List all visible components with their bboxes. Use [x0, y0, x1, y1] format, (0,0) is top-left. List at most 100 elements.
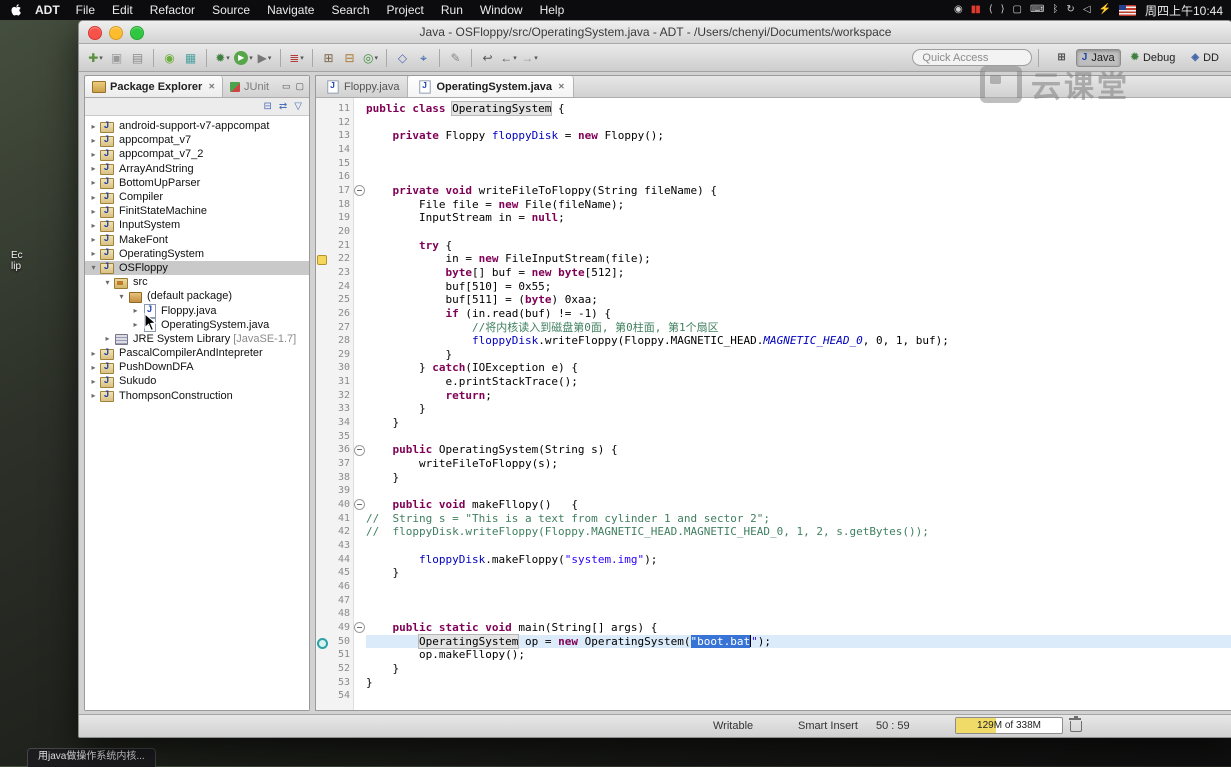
mark-occurrences-button[interactable]: ✎ — [446, 48, 465, 68]
collapse-arrow-icon[interactable]: ▾ — [116, 292, 127, 301]
link-with-editor-icon[interactable]: ⇄ — [279, 101, 287, 112]
menu-help[interactable]: Help — [540, 3, 565, 17]
forward-button[interactable]: → ▾ — [520, 48, 539, 68]
external-tools-button[interactable]: ▶ ▾ — [255, 48, 274, 68]
tree-item-sukudo[interactable]: ▸ Sukudo — [85, 374, 309, 388]
tree-item-appcompat-v7[interactable]: ▸ appcompat_v7 — [85, 133, 309, 147]
window-titlebar[interactable]: Java - OSFloppy/src/OperatingSystem.java… — [79, 21, 1231, 44]
fold-icon[interactable] — [354, 185, 365, 197]
expand-arrow-icon[interactable]: ▸ — [88, 249, 99, 258]
perspective-ddms[interactable]: ◈ DD — [1185, 49, 1225, 67]
perspective-debug[interactable]: ✹ Debug — [1125, 49, 1182, 67]
open-type-button[interactable]: ◇ — [393, 48, 412, 68]
perspective-java[interactable]: J Java — [1075, 48, 1121, 67]
tree-item-finitstatemachine[interactable]: ▸ FinitStateMachine — [85, 204, 309, 218]
media-next-icon[interactable]: ⟩ — [1001, 5, 1005, 15]
expand-arrow-icon[interactable]: ▸ — [88, 193, 99, 202]
expand-arrow-icon[interactable]: ▸ — [130, 306, 141, 315]
apple-menu-icon[interactable] — [10, 3, 23, 17]
tree-item-android-support-v7-appcompat[interactable]: ▸ android-support-v7-appcompat — [85, 119, 309, 133]
quick-access-input[interactable] — [912, 49, 1033, 66]
menu-source[interactable]: Source — [212, 3, 250, 17]
menu-run[interactable]: Run — [441, 3, 463, 17]
menu-window[interactable]: Window — [480, 3, 523, 17]
keyboard-icon[interactable]: ⌨ — [1030, 5, 1044, 15]
app-menu-adt[interactable]: ADT — [35, 3, 60, 17]
view-menu-icon[interactable]: ▽ — [294, 101, 302, 112]
collapse-all-icon[interactable]: ⊟ — [264, 101, 272, 112]
tree-item-bottomupparser[interactable]: ▸ BottomUpParser — [85, 176, 309, 190]
fold-icon[interactable] — [354, 622, 365, 634]
expand-arrow-icon[interactable]: ▸ — [88, 178, 99, 187]
sync-icon[interactable]: ↻ — [1066, 5, 1074, 15]
expand-arrow-icon[interactable]: ▸ — [88, 164, 99, 173]
expand-arrow-icon[interactable]: ▸ — [88, 349, 99, 358]
tree-item-thompsonconstruction[interactable]: ▸ ThompsonConstruction — [85, 389, 309, 403]
expand-arrow-icon[interactable]: ▸ — [102, 334, 113, 343]
tree-item-operatingsystem-java[interactable]: ▸ OperatingSystem.java — [85, 318, 309, 333]
collapse-arrow-icon[interactable]: ▾ — [102, 278, 113, 287]
tab-junit[interactable]: JUnit — [223, 76, 276, 97]
task-marker-icon[interactable] — [317, 255, 327, 266]
tree-item-osfloppy[interactable]: ▾ OSFloppy — [85, 260, 309, 276]
minimize-view-icon[interactable]: ▭ — [282, 81, 291, 92]
fold-icon[interactable] — [354, 444, 365, 456]
close-tab-icon[interactable]: ✕ — [558, 82, 565, 91]
zoom-window-button[interactable] — [130, 26, 144, 40]
expand-arrow-icon[interactable]: ▸ — [88, 122, 99, 131]
editor-tab-operatingsystem-java[interactable]: OperatingSystem.java ✕ — [408, 76, 574, 97]
maximize-view-icon[interactable]: ▢ — [295, 81, 304, 92]
coverage-button[interactable]: ≣ ▾ — [287, 48, 306, 68]
collapse-arrow-icon[interactable]: ▾ — [88, 263, 99, 272]
save-button[interactable]: ▣ — [107, 48, 126, 68]
new-class-button[interactable]: ◎ ▾ — [361, 48, 380, 68]
tree-item--default-package-[interactable]: ▾ (default package) — [85, 289, 309, 303]
tree-item-compiler[interactable]: ▸ Compiler — [85, 190, 309, 204]
volume-icon[interactable]: ◁ — [1083, 5, 1091, 15]
tree-item-src[interactable]: ▾ src — [85, 275, 309, 289]
menu-file[interactable]: File — [76, 3, 95, 17]
search-button[interactable]: ⌖ — [414, 48, 433, 68]
minimize-window-button[interactable] — [109, 26, 123, 40]
menubar-clock[interactable]: 周四上午10:44 — [1145, 2, 1223, 19]
menu-navigate[interactable]: Navigate — [267, 3, 314, 17]
print-button[interactable]: ▤ — [128, 48, 147, 68]
tree-item-operatingsystem[interactable]: ▸ OperatingSystem — [85, 247, 309, 261]
tree-item-arrayandstring[interactable]: ▸ ArrayAndString — [85, 162, 309, 176]
android-sdk-manager-button[interactable]: ◉ — [160, 48, 179, 68]
tree-item-inputsystem[interactable]: ▸ InputSystem — [85, 218, 309, 232]
garbage-collect-button[interactable] — [1069, 716, 1082, 732]
android-avd-manager-button[interactable]: ▦ — [181, 48, 200, 68]
close-view-icon[interactable]: ✕ — [208, 82, 215, 91]
menu-edit[interactable]: Edit — [112, 3, 133, 17]
back-button[interactable]: ← ▾ — [499, 48, 518, 68]
fold-icon[interactable] — [354, 499, 365, 511]
tree-item-pascalcompilerandintepreter[interactable]: ▸ PascalCompilerAndIntepreter — [85, 346, 309, 360]
screen-record-icon[interactable]: ◉ — [954, 5, 963, 15]
expand-arrow-icon[interactable]: ▸ — [88, 221, 99, 230]
last-edit-location-button[interactable]: ↩ — [478, 48, 497, 68]
expand-arrow-icon[interactable]: ▸ — [130, 320, 141, 329]
package-tree[interactable]: ▸ android-support-v7-appcompat ▸ appcompat_… — [85, 116, 309, 710]
close-window-button[interactable] — [88, 26, 102, 40]
media-prev-icon[interactable]: ⟨ — [989, 5, 993, 15]
new-package-button[interactable]: ⊟ — [340, 48, 359, 68]
menu-project[interactable]: Project — [387, 3, 424, 17]
expand-arrow-icon[interactable]: ▸ — [88, 207, 99, 216]
menu-refactor[interactable]: Refactor — [150, 3, 195, 17]
tree-item-appcompat-v7-2[interactable]: ▸ appcompat_v7_2 — [85, 147, 309, 161]
expand-arrow-icon[interactable]: ▸ — [88, 363, 99, 372]
run-button[interactable]: ▶ ▾ — [234, 48, 253, 68]
battery-icon[interactable]: ⚡ — [1099, 5, 1111, 15]
input-language-flag-icon[interactable] — [1118, 4, 1136, 16]
expand-arrow-icon[interactable]: ▸ — [88, 377, 99, 386]
new-java-project-button[interactable]: ⊞ — [319, 48, 338, 68]
new-wizard-button[interactable]: ✚ ▾ — [86, 48, 105, 68]
taskbar-item[interactable]: 用java做操作系统内核... — [27, 748, 156, 767]
menu-search[interactable]: Search — [331, 3, 369, 17]
expand-arrow-icon[interactable]: ▸ — [88, 235, 99, 244]
open-perspective-button[interactable]: ⊞ — [1051, 50, 1071, 66]
desktop-icon-label[interactable]: Eclip — [11, 250, 23, 272]
tree-item-floppy-java[interactable]: ▸ Floppy.java — [85, 303, 309, 319]
tab-package-explorer[interactable]: Package Explorer ✕ — [85, 76, 224, 97]
